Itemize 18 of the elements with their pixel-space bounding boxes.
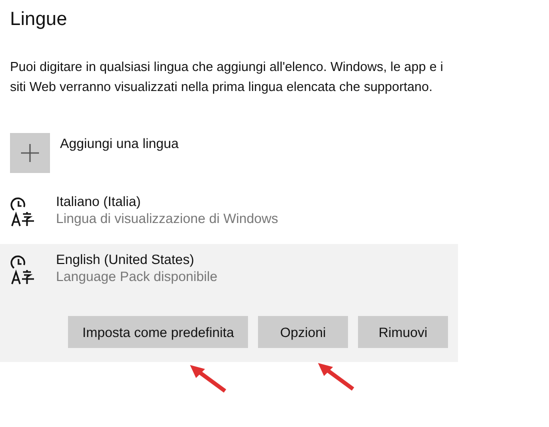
language-icon (10, 255, 36, 285)
plus-icon (20, 143, 40, 163)
description-text: Puoi digitare in qualsiasi lingua che aggiungi all'elenco. Windows, le app e i siti Web verranno visualizzati nella prima lingua elencata che supportano. (10, 58, 444, 96)
language-item[interactable]: English (United States) Language Pack disponibile Imposta come predefinita Opzioni Rimuovi (0, 244, 458, 362)
language-name: English (United States) (56, 252, 196, 267)
language-icon (10, 197, 36, 227)
section-title: Lingue (10, 9, 68, 31)
language-status: Lingua di visualizzazione di Windows (56, 211, 278, 226)
annotation-arrow (189, 364, 229, 394)
set-default-button[interactable]: Imposta come predefinita (68, 316, 248, 348)
language-item[interactable]: Italiano (Italia) Lingua di visualizzazione di Windows (0, 186, 458, 241)
language-name: Italiano (Italia) (56, 194, 142, 209)
annotation-arrow (317, 362, 357, 392)
add-button[interactable] (10, 133, 50, 173)
language-status: Language Pack disponibile (56, 269, 218, 284)
remove-button[interactable]: Rimuovi (358, 316, 448, 348)
add-language-label[interactable]: Aggiungi una lingua (60, 136, 179, 173)
options-button[interactable]: Opzioni (258, 316, 348, 348)
